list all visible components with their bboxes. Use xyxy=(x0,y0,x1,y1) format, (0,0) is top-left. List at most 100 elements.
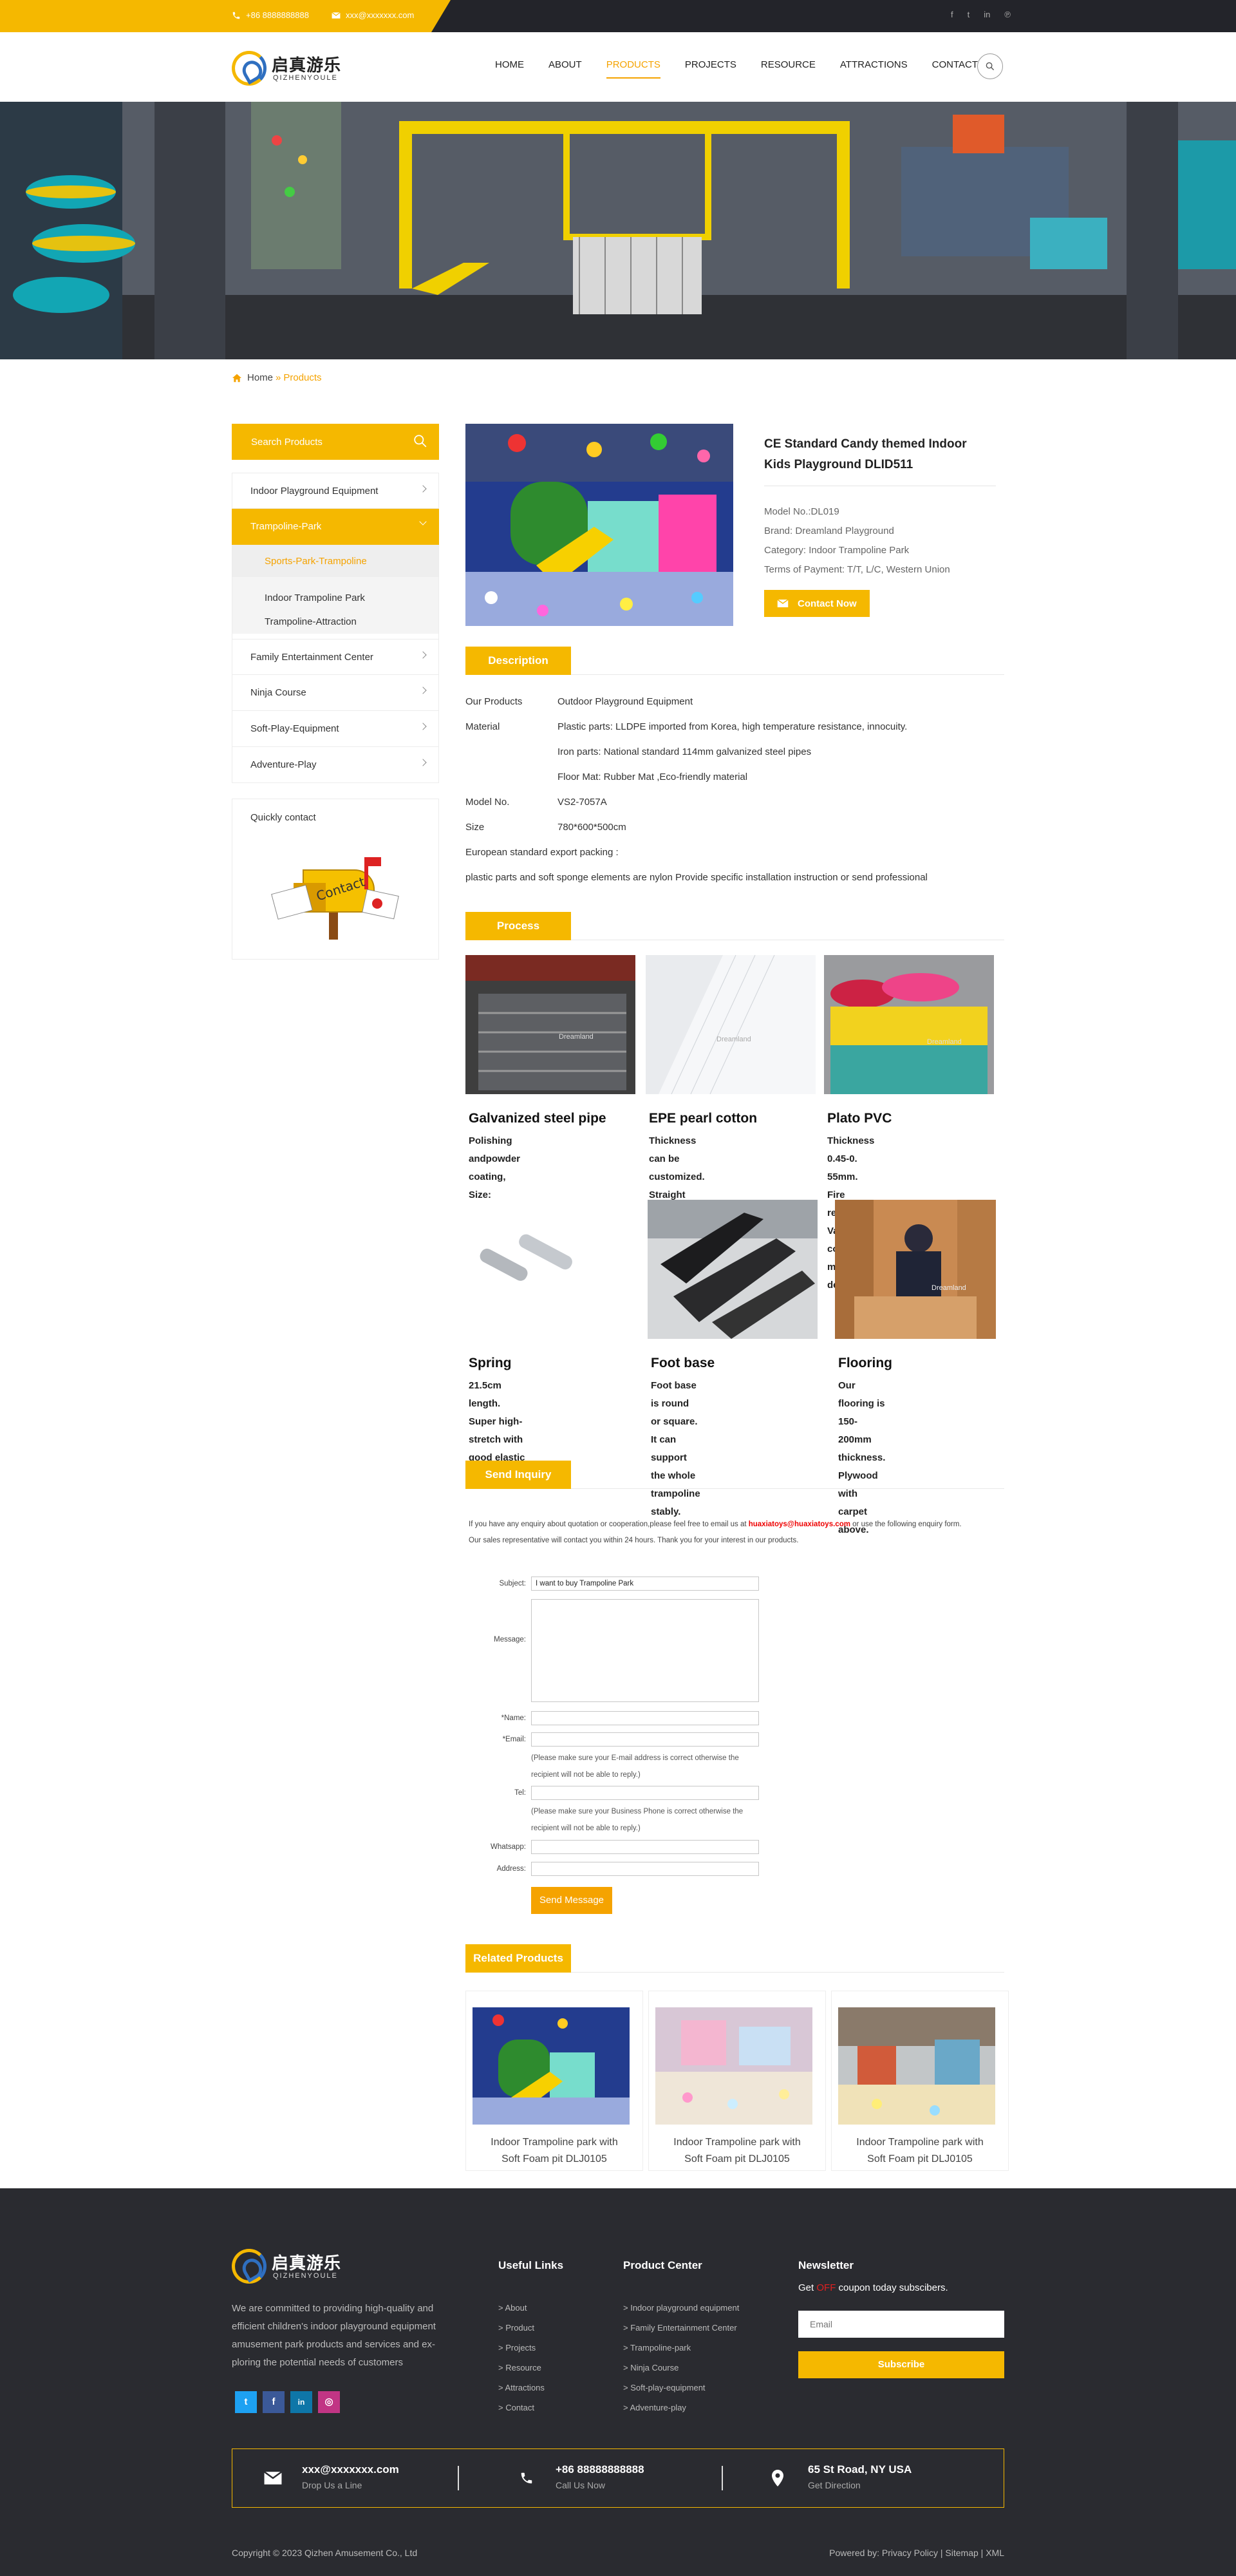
mail-icon xyxy=(777,599,789,607)
related-card[interactable]: Indoor Trampoline park with Soft Foam pit… xyxy=(831,1991,1009,2171)
sidebar-subitem-sports-park[interactable]: Sports-Park-Trampoline xyxy=(232,545,438,577)
mailbox-icon[interactable]: Contact xyxy=(268,844,409,941)
watermark-text: Dreamland xyxy=(716,1036,751,1043)
whatsapp-input[interactable] xyxy=(531,1840,759,1854)
nav-resource[interactable]: RESOURCE xyxy=(749,59,828,79)
footer-link[interactable]: > Resource xyxy=(498,2358,563,2378)
sidebar-subitem-trampoline-attraction[interactable]: Trampoline-Attraction xyxy=(232,610,438,634)
banner-image xyxy=(0,102,1236,359)
sidebar-item-trampoline-park[interactable]: Trampoline-Park xyxy=(232,509,439,545)
inquiry-header: Send Inquiry xyxy=(465,1461,1004,1489)
footer-legal: Powered by: Privacy Policy | Sitemap | X… xyxy=(829,2548,1004,2558)
contact-now-button[interactable]: Contact Now xyxy=(764,590,870,617)
footer-heading: Product Center xyxy=(623,2259,702,2271)
footer-contact-value: +86 88888888888 xyxy=(556,2463,644,2476)
footer-contact-value: xxx@xxxxxxx.com xyxy=(302,2463,399,2476)
linkedin-icon[interactable]: in xyxy=(984,10,990,19)
footer-link[interactable]: > Indoor playground equipment xyxy=(623,2298,739,2318)
message-textarea[interactable] xyxy=(531,1599,759,1702)
email-note-line: recipient will not be able to reply.) xyxy=(531,1771,641,1779)
nav-attractions[interactable]: ATTRACTIONS xyxy=(828,59,920,79)
related-card[interactable]: Indoor Trampoline park with Soft Foam pit… xyxy=(648,1991,826,2171)
top-phone[interactable]: +86 8888888888 xyxy=(232,10,309,20)
sidebar-item-adventure[interactable]: Adventure-Play xyxy=(232,747,439,783)
spec-value: Iron parts: National standard 114mm galv… xyxy=(557,746,812,757)
tel-input[interactable] xyxy=(531,1786,759,1800)
related-card[interactable]: Indoor Trampoline park with Soft Foam pit… xyxy=(465,1991,643,2171)
subject-input[interactable] xyxy=(531,1577,759,1591)
sidebar-item-indoor-playground[interactable]: Indoor Playground Equipment xyxy=(232,473,439,509)
footer-link[interactable]: > About xyxy=(498,2298,563,2318)
sitemap-link[interactable]: Sitemap xyxy=(945,2548,978,2558)
sidebar-item-ninja[interactable]: Ninja Course xyxy=(232,675,439,711)
top-email[interactable]: xxx@xxxxxxx.com xyxy=(332,10,414,20)
process-title: Galvanized steel pipe xyxy=(469,1111,606,1126)
description-header: Description xyxy=(465,647,1004,675)
related-title: Indoor Trampoline park with Soft Foam pit… xyxy=(466,2134,642,2168)
linkedin-icon[interactable]: in xyxy=(290,2391,312,2413)
pinterest-icon[interactable]: ℗ xyxy=(1004,10,1011,19)
logo[interactable]: 启真游乐 QIZHENYOULE xyxy=(232,50,341,87)
footer-link[interactable]: > Trampoline-park xyxy=(623,2338,739,2358)
logo-en: QIZHENYOULE xyxy=(273,2272,338,2280)
newsletter-email-input[interactable] xyxy=(798,2311,1004,2338)
sidebar-subitem-indoor-trampoline[interactable]: Indoor Trampoline Park xyxy=(232,586,438,610)
footer-contact-address[interactable]: 65 St Road, NY USA Get Direction xyxy=(808,2463,912,2490)
send-message-button[interactable]: Send Message xyxy=(531,1887,612,1914)
facebook-icon[interactable]: f xyxy=(263,2391,285,2413)
nav-about[interactable]: ABOUT xyxy=(536,59,594,79)
footer-link[interactable]: > Ninja Course xyxy=(623,2358,739,2378)
footer-link[interactable]: > Family Entertainment Center xyxy=(623,2318,739,2338)
sidebar-search[interactable]: Search Products xyxy=(232,424,439,460)
breadcrumb-home[interactable]: Home xyxy=(247,372,273,383)
top-social: f t in ℗ xyxy=(951,10,1011,19)
product-title: CE Standard Candy themed Indoor Kids Pla… xyxy=(764,437,967,471)
spec-value: VS2-7057A xyxy=(557,797,607,808)
footer-link[interactable]: > Adventure-play xyxy=(623,2398,739,2418)
related-title-line: Indoor Trampoline park with xyxy=(856,2137,984,2148)
process-desc-line: Our flooring is 150-200mm xyxy=(838,1380,885,1445)
instagram-icon[interactable]: ◎ xyxy=(318,2391,340,2413)
sidebar-item-fec[interactable]: Family Entertainment Center xyxy=(232,639,439,675)
nav-products[interactable]: PRODUCTS xyxy=(594,59,673,79)
related-header: Related Products xyxy=(465,1944,1004,1973)
footer-contact-bar: xxx@xxxxxxx.com Drop Us a Line +86 888888… xyxy=(232,2448,1004,2508)
inquiry-email-link[interactable]: huaxiatoys@huaxiatoys.com xyxy=(749,1520,850,1528)
header-search-button[interactable] xyxy=(977,53,1003,79)
mail-icon xyxy=(332,12,341,19)
footer-link[interactable]: > Contact xyxy=(498,2398,563,2418)
footer-heading: Useful Links xyxy=(498,2259,564,2271)
name-input[interactable] xyxy=(531,1711,759,1725)
inquiry-intro-text: If you have any enquiry about quotation … xyxy=(469,1520,749,1528)
address-input[interactable] xyxy=(531,1862,759,1876)
facebook-icon[interactable]: f xyxy=(951,10,953,19)
nav-home[interactable]: HOME xyxy=(483,59,536,79)
footer-contact-value: 65 St Road, NY USA xyxy=(808,2463,912,2476)
top-bar: +86 8888888888 xxx@xxxxxxx.com f t in ℗ xyxy=(0,0,1236,32)
footer-contact-phone[interactable]: +86 88888888888 Call Us Now xyxy=(556,2463,644,2490)
twitter-icon[interactable]: t xyxy=(235,2391,257,2413)
process-title: Flooring xyxy=(838,1356,892,1370)
spec-key: Size xyxy=(465,822,485,833)
footer-link[interactable]: > Attractions xyxy=(498,2378,563,2398)
footer-link[interactable]: > Projects xyxy=(498,2338,563,2358)
sidebar-item-soft-play[interactable]: Soft-Play-Equipment xyxy=(232,711,439,747)
tel-note-line: recipient will not be able to reply.) xyxy=(531,1824,641,1832)
footer-contact-sub: Get Direction xyxy=(808,2480,861,2490)
product-image[interactable] xyxy=(465,424,733,626)
footer-link[interactable]: > Product xyxy=(498,2318,563,2338)
process-grid: Dreamland Galvanized steel pipe Polishin… xyxy=(465,955,1004,1535)
privacy-policy-link[interactable]: Privacy Policy xyxy=(882,2548,938,2558)
email-input[interactable] xyxy=(531,1732,759,1747)
footer-logo[interactable]: 启真游乐 QIZHENYOULE xyxy=(232,2248,341,2285)
xml-link[interactable]: XML xyxy=(986,2548,1004,2558)
related-tab: Related Products xyxy=(465,1944,571,1973)
twitter-icon[interactable]: t xyxy=(968,10,970,19)
subscribe-button[interactable]: Subscribe xyxy=(798,2351,1004,2378)
logo-emblem xyxy=(232,2249,267,2284)
footer-link[interactable]: > Soft-play-equipment xyxy=(623,2378,739,2398)
footer-contact-email[interactable]: xxx@xxxxxxx.com Drop Us a Line xyxy=(302,2463,399,2490)
related-image xyxy=(838,2007,995,2125)
nav-projects[interactable]: PROJECTS xyxy=(673,59,749,79)
sidebar-item-label: Trampoline-Park xyxy=(250,521,322,532)
